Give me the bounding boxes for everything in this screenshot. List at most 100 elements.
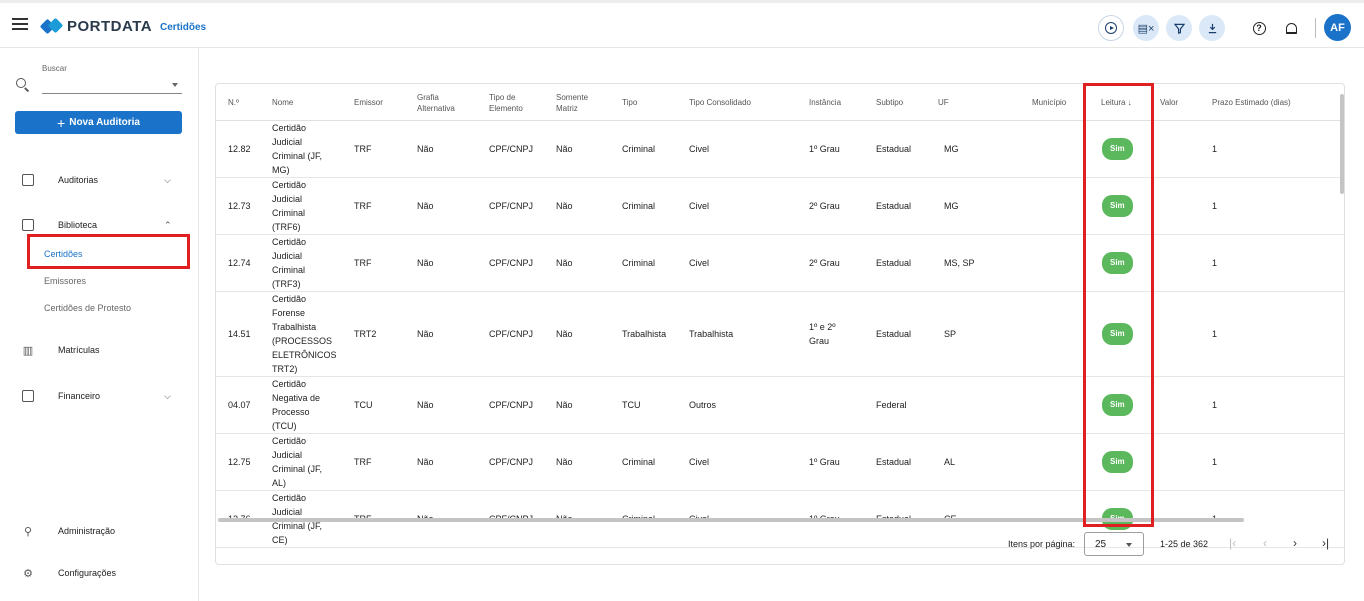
new-audit-button[interactable]: + Nova Auditoria: [15, 111, 182, 134]
cell-nome: Certidão Judicial Criminal (TRF6): [272, 178, 306, 234]
cell-line: Criminal: [272, 265, 306, 275]
cell-uf: AL: [944, 457, 956, 467]
cell-line: Judicial: [272, 251, 303, 261]
cell-num: 12.73: [228, 201, 251, 211]
cell-prazo: 1: [1212, 457, 1218, 467]
col-municipio[interactable]: Município: [1032, 84, 1066, 121]
cell-line: Certidão: [272, 237, 307, 247]
cell-prazo: 1: [1212, 400, 1218, 410]
sidebar-item-financeiro[interactable]: Financeiro ⌵: [0, 384, 199, 408]
col-prazo[interactable]: Prazo Estimado (dias): [1212, 84, 1291, 121]
download-icon[interactable]: [1199, 15, 1225, 41]
gear-icon: ⚙: [23, 567, 33, 580]
bell-icon[interactable]: [1280, 17, 1302, 39]
table-row[interactable]: 04.07 Certidão Negativa de Processo (TCU) TCU…: [216, 377, 1344, 434]
cell-tipo: Trabalhista: [622, 329, 667, 339]
filter-icon[interactable]: [1166, 15, 1192, 41]
col-somente-matriz[interactable]: Somente Matriz: [556, 84, 588, 121]
col-tipo[interactable]: Tipo: [622, 84, 637, 121]
sidebar-item-matriculas[interactable]: ▥ Matrículas: [0, 338, 199, 362]
cell-num: 12.75: [228, 457, 251, 467]
top-bar: PORTDATA Certidões ▤× ? AF: [0, 0, 1364, 48]
cell-prazo: 1: [1212, 144, 1218, 154]
cell-line: Certidão: [272, 493, 307, 503]
sidebar-item-label: Configurações: [58, 568, 117, 578]
cell-instancia: 1º e 2º Grau: [809, 292, 836, 376]
first-page-icon[interactable]: |‹: [1229, 536, 1236, 550]
table-row[interactable]: 12.73 Certidão Judicial Criminal (TRF6) TRF Nã…: [216, 178, 1344, 235]
cell-emissor: TRF: [354, 144, 372, 154]
sidebar-item-label: Auditorias: [58, 175, 99, 185]
col-grafia[interactable]: Grafia Alternativa: [417, 84, 455, 121]
cell-line: (TRF6): [272, 222, 301, 232]
cell-num: 14.51: [228, 329, 251, 339]
sidebar-item-label: Biblioteca: [58, 220, 98, 230]
table-row[interactable]: 12.74 Certidão Judicial Criminal (TRF3) TRF Nã…: [216, 235, 1344, 292]
sidebar-item-administracao[interactable]: ⚲ Administração: [0, 519, 199, 543]
cell-tipo-elemento: CPF/CNPJ: [489, 400, 534, 410]
cell-line: (TCU): [272, 421, 297, 431]
cell-line: Judicial: [272, 194, 303, 204]
col-tipo-consolidado[interactable]: Tipo Consolidado: [689, 84, 751, 121]
last-page-icon[interactable]: ›|: [1322, 536, 1329, 550]
sidebar: Buscar + Nova Auditoria Auditorias ⌵ Bib…: [0, 48, 199, 601]
cell-line: Criminal (JF,: [272, 464, 323, 474]
cell-line: Trabalhista: [272, 322, 317, 332]
table-row[interactable]: 12.75 Certidão Judicial Criminal (JF, AL) TRF…: [216, 434, 1344, 491]
cell-line: Certidão: [272, 180, 307, 190]
sidebar-subitem-certidoes-protesto[interactable]: Certidões de Protesto: [44, 303, 131, 313]
sidebar-item-label: Administração: [58, 526, 116, 536]
cell-somente-matriz: Não: [556, 457, 573, 467]
logo[interactable]: PORTDATA: [42, 14, 152, 38]
cell-line: Certidão: [272, 379, 307, 389]
cell-num: 12.82: [228, 144, 251, 154]
col-emissor[interactable]: Emissor: [354, 84, 383, 121]
sidebar-item-auditorias[interactable]: Auditorias ⌵: [0, 168, 199, 192]
col-label: Somente: [556, 92, 589, 102]
columns-remove-icon[interactable]: ▤×: [1133, 15, 1159, 41]
search-input[interactable]: [42, 76, 182, 94]
help-icon[interactable]: ?: [1248, 17, 1270, 39]
col-instancia[interactable]: Instância: [809, 84, 841, 121]
table-row[interactable]: 12.82 Certidão Judicial Criminal (JF, MG) TRF…: [216, 121, 1344, 178]
page-range: 1-25 de 362: [1160, 539, 1209, 549]
col-tipo-elemento[interactable]: Tipo de Elemento: [489, 84, 523, 121]
play-circle-icon[interactable]: [1098, 15, 1124, 41]
chevron-up-icon: ⌃: [164, 219, 172, 230]
cell-somente-matriz: Não: [556, 329, 573, 339]
sidebar-subitem-emissores[interactable]: Emissores: [44, 276, 86, 286]
cell-emissor: TRF: [354, 201, 372, 211]
menu-icon[interactable]: [12, 16, 28, 32]
cell-uf: MG: [944, 144, 959, 154]
col-subtipo[interactable]: Subtipo: [876, 84, 903, 121]
vertical-scrollbar[interactable]: [1340, 94, 1344, 194]
breadcrumb[interactable]: Certidões: [160, 22, 206, 33]
cell-uf: SP: [944, 329, 957, 339]
sidebar-item-configuracoes[interactable]: ⚙ Configurações: [0, 561, 199, 585]
cell-tipo-consolidado: Civel: [689, 144, 710, 154]
table-header: N.º Nome Emissor Grafia Alternativa Tipo …: [216, 84, 1344, 121]
prev-page-icon[interactable]: ‹: [1263, 536, 1267, 550]
table-row[interactable]: 14.51 Certidão Forense Trabalhista (PROCESSO…: [216, 292, 1344, 377]
cell-tipo-consolidado: Trabalhista: [689, 329, 734, 339]
cell-line: 2º Grau: [809, 258, 840, 268]
col-nome[interactable]: Nome: [272, 84, 293, 121]
cell-grafia: Não: [417, 457, 434, 467]
cell-line: Certidão: [272, 436, 307, 446]
cell-tipo: Criminal: [622, 457, 656, 467]
certidoes-table: N.º Nome Emissor Grafia Alternativa Tipo …: [215, 83, 1345, 565]
chevron-down-icon: ⌵: [164, 390, 171, 401]
col-num[interactable]: N.º: [228, 84, 239, 121]
logo-text: PORTDATA: [67, 17, 153, 35]
cell-uf: MG: [944, 201, 959, 211]
avatar[interactable]: AF: [1324, 14, 1351, 41]
cell-grafia: Não: [417, 400, 434, 410]
cell-line: 1º e 2º: [809, 322, 836, 332]
page-size-select[interactable]: 25: [1084, 532, 1144, 556]
col-valor[interactable]: Valor: [1160, 84, 1178, 121]
col-uf[interactable]: UF: [938, 84, 949, 121]
search-icon: [16, 78, 26, 88]
cell-line: (TRF3): [272, 279, 301, 289]
cell-num: 12.74: [228, 258, 251, 268]
next-page-icon[interactable]: ›: [1293, 536, 1297, 550]
